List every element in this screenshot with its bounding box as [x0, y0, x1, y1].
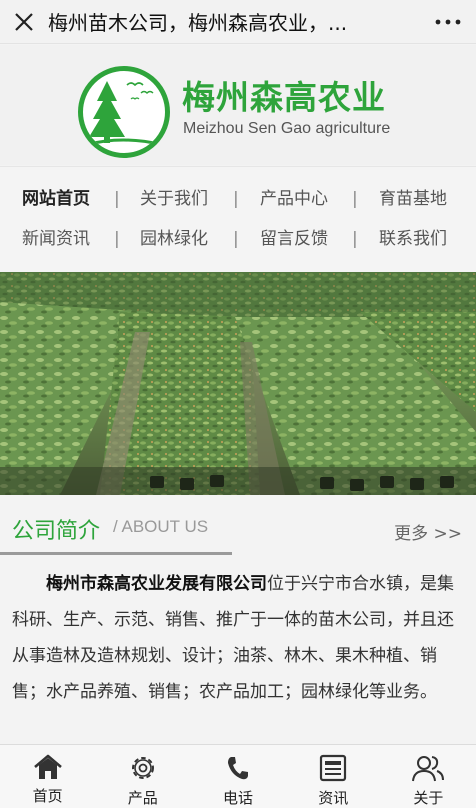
nav-separator: |: [233, 229, 239, 249]
more-button[interactable]: [420, 0, 476, 44]
main-nav: 网站首页 | 关于我们 | 产品中心 | 育苗基地 新闻资讯 | 园林绿化 | …: [0, 166, 476, 272]
nav-separator: |: [114, 189, 120, 209]
tab-about[interactable]: 关于: [381, 745, 476, 808]
nav-separator: |: [352, 229, 358, 249]
nav-item-feedback[interactable]: 留言反馈: [260, 219, 328, 259]
section-underline: [0, 552, 232, 555]
close-icon: [15, 12, 33, 31]
tab-label: 资讯: [318, 789, 349, 807]
nav-item-about[interactable]: 关于我们: [140, 179, 208, 219]
nav-separator: |: [233, 189, 239, 209]
about-section-header: 公司简介 / ABOUT US 更多 >>: [0, 495, 476, 555]
page-title: 梅州苗木公司，梅州森高农业，...: [48, 11, 348, 35]
top-bar: 梅州苗木公司，梅州森高农业，...: [0, 0, 476, 44]
tab-label: 产品: [127, 789, 158, 807]
nav-row: 新闻资讯 | 园林绿化 | 留言反馈 | 联系我们: [0, 219, 476, 259]
news-icon: [320, 754, 347, 782]
company-intro: 梅州市森高农业发展有限公司位于兴宁市合水镇，是集科研、生产、示范、销售、推广于一…: [12, 566, 466, 710]
section-title: 公司简介: [12, 519, 101, 544]
nav-row: 网站首页 | 关于我们 | 产品中心 | 育苗基地: [0, 179, 476, 219]
nav-item-home[interactable]: 网站首页: [22, 179, 90, 219]
tab-products[interactable]: 产品: [95, 745, 190, 808]
tab-label: 电话: [223, 789, 254, 807]
section-subtitle: / ABOUT US: [113, 517, 209, 536]
tab-phone[interactable]: 电话: [190, 745, 285, 808]
nav-separator: |: [352, 189, 358, 209]
phone-icon: [228, 757, 248, 780]
tab-label: 首页: [32, 787, 63, 805]
gear-icon: [131, 757, 154, 779]
nav-separator: |: [114, 229, 120, 249]
nav-item-landscaping[interactable]: 园林绿化: [140, 219, 208, 259]
logo-subtitle: Meizhou Sen Gao agriculture: [183, 120, 391, 137]
banner-image[interactable]: [0, 272, 476, 495]
more-link[interactable]: 更多 >>: [394, 519, 462, 544]
more-dots-icon: [435, 19, 461, 24]
nav-item-contact[interactable]: 联系我们: [379, 219, 447, 259]
tree-logo-icon: [84, 81, 164, 147]
logo-emblem: [78, 66, 170, 158]
tab-news[interactable]: 资讯: [286, 745, 381, 808]
logo-header[interactable]: 梅州森高农业 Meizhou Sen Gao agriculture: [0, 45, 476, 165]
users-icon: [412, 756, 445, 782]
tab-home[interactable]: 首页: [0, 745, 95, 808]
logo-title: 梅州森高农业: [182, 78, 386, 117]
close-button[interactable]: [0, 0, 48, 44]
nav-item-nursery[interactable]: 育苗基地: [379, 179, 447, 219]
home-icon: [33, 754, 62, 779]
nav-item-products[interactable]: 产品中心: [260, 179, 328, 219]
tab-label: 关于: [413, 789, 444, 807]
seedling-field-photo: [0, 272, 476, 495]
company-name: 梅州市森高农业发展有限公司: [46, 574, 267, 594]
bottom-tab-bar: 首页 产品 电话 资讯 关于: [0, 744, 476, 808]
nav-item-news[interactable]: 新闻资讯: [22, 219, 90, 259]
